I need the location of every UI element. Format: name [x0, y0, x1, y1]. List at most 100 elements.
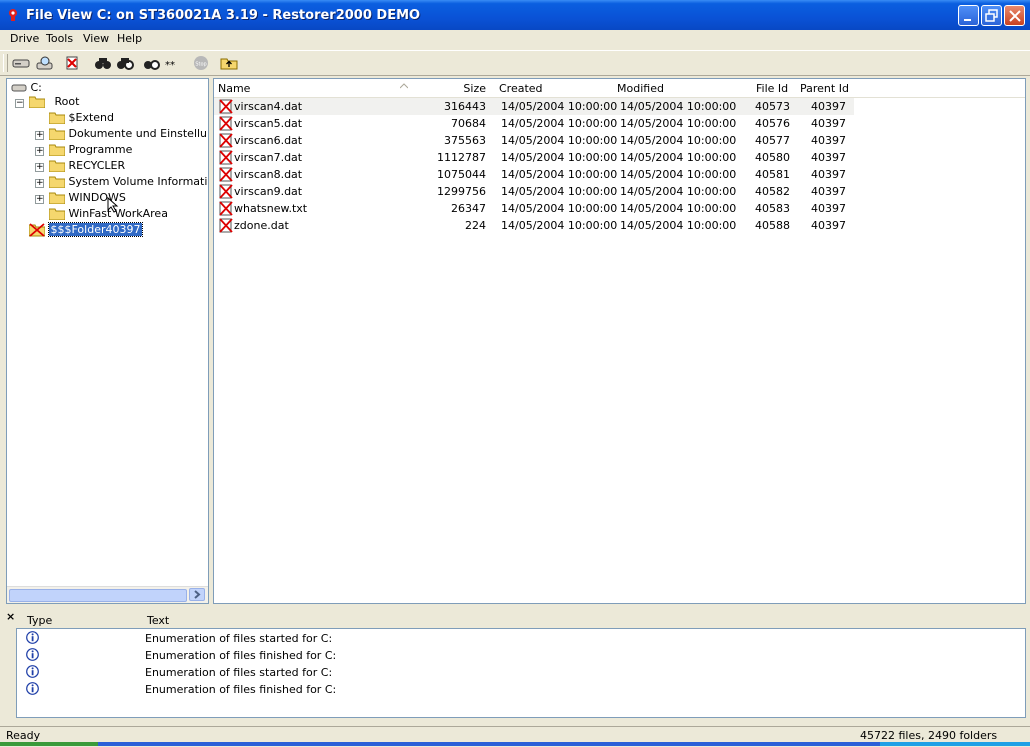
cell-file-id: 40588 [755, 219, 790, 232]
minimize-icon [964, 19, 971, 21]
cell-created: 14/05/2004 10:00:00 [501, 202, 618, 215]
cell-created: 14/05/2004 10:00:00 [501, 100, 618, 113]
expand-icon[interactable]: + [35, 163, 44, 172]
log-panel: × Type Text Enumeration of files started… [6, 608, 1026, 720]
deleted-file-icon [219, 133, 233, 148]
table-row[interactable]: virscan7.dat 1112787 14/05/2004 10:00:00 14… [214, 149, 854, 166]
cell-file-id: 40576 [755, 117, 790, 130]
column-file-id[interactable]: File Id [756, 82, 788, 95]
tree-item-label: Programme [68, 143, 133, 156]
taskbar-edge [0, 742, 1030, 746]
maximize-button[interactable] [981, 5, 1002, 26]
folder-icon [48, 144, 66, 157]
scrollbar-thumb[interactable] [9, 589, 187, 602]
log-entry[interactable]: Enumeration of files started for C: [17, 664, 1017, 681]
column-size[interactable]: Size [444, 82, 486, 95]
cell-name: virscan7.dat [234, 151, 303, 164]
cell-file-id: 40580 [755, 151, 790, 164]
cell-name: virscan6.dat [234, 134, 303, 147]
log-column-text[interactable]: Text [147, 614, 169, 627]
cell-parent-id: 40397 [811, 202, 846, 215]
column-name[interactable]: Name [218, 82, 250, 95]
log-entry-text: Enumeration of files started for C: [145, 632, 333, 645]
cell-name: virscan9.dat [234, 185, 303, 198]
folder-tree[interactable]: C: − Root $Extend + Dokumente und Einste… [6, 78, 209, 604]
log-entry[interactable]: Enumeration of files started for C: [17, 630, 1017, 647]
log-entry-text: Enumeration of files started for C: [145, 666, 333, 679]
tree-item-recycler[interactable]: RECYCLER [48, 159, 126, 175]
tree-item-label: Dokumente und Einstellungen [68, 127, 209, 140]
tree-item-winfast[interactable]: WinFast WorkArea [48, 207, 168, 223]
undelete-icon[interactable] [64, 55, 82, 71]
folder-icon [48, 112, 66, 125]
expand-icon[interactable]: + [35, 195, 44, 204]
tree-horizontal-scrollbar[interactable] [7, 586, 208, 603]
folder-open-icon [28, 96, 46, 109]
column-created[interactable]: Created [499, 82, 543, 95]
column-modified[interactable]: Modified [617, 82, 664, 95]
table-row[interactable]: virscan8.dat 1075044 14/05/2004 10:00:00 14… [214, 166, 854, 183]
tree-root[interactable]: Root [28, 95, 79, 111]
cell-modified: 14/05/2004 10:00:00 [620, 117, 737, 130]
find-icon[interactable] [94, 55, 112, 71]
tree-item-system-volume[interactable]: System Volume Information [48, 175, 208, 191]
find-next-icon[interactable] [116, 55, 134, 71]
chevron-right-icon [194, 590, 201, 599]
menu-view[interactable]: View [83, 32, 109, 45]
log-list[interactable]: Enumeration of files started for C: Enume… [16, 628, 1026, 718]
table-row[interactable]: virscan4.dat 316443 14/05/2004 10:00:00 14/… [214, 98, 854, 115]
up-folder-icon[interactable] [220, 55, 238, 71]
tree-item-label: $Extend [68, 111, 115, 124]
minimize-button[interactable] [958, 5, 979, 26]
log-close-button[interactable]: × [6, 610, 15, 623]
cell-created: 14/05/2004 10:00:00 [501, 117, 618, 130]
log-entry-text: Enumeration of files finished for C: [145, 649, 337, 662]
table-row[interactable]: zdone.dat 224 14/05/2004 10:00:00 14/05/200… [214, 217, 854, 234]
cell-modified: 14/05/2004 10:00:00 [620, 219, 737, 232]
folder-icon [48, 176, 66, 189]
tree-item-selected-folder[interactable]: $$$Folder40397 [28, 222, 144, 239]
toolbar-grip[interactable] [3, 54, 8, 72]
drive-icon [11, 84, 27, 92]
scroll-right-button[interactable] [189, 588, 205, 601]
collapse-icon[interactable]: − [15, 99, 24, 108]
cell-created: 14/05/2004 10:00:00 [501, 134, 618, 147]
table-row[interactable]: virscan9.dat 1299756 14/05/2004 10:00:00 14… [214, 183, 854, 200]
cell-parent-id: 40397 [811, 219, 846, 232]
deleted-folder-icon [28, 223, 46, 237]
tree-item-programme[interactable]: Programme [48, 143, 133, 159]
table-row[interactable]: whatsnew.txt 26347 14/05/2004 10:00:00 14/0… [214, 200, 854, 217]
log-column-type[interactable]: Type [27, 614, 52, 627]
column-parent-id[interactable]: Parent Id [800, 82, 849, 95]
file-list[interactable]: Name Size Created Modified File Id Paren… [213, 78, 1026, 604]
tree-item-label: RECYCLER [68, 159, 126, 172]
expand-icon[interactable]: + [35, 179, 44, 188]
toolbar: ** Stop [0, 50, 1030, 76]
log-entry[interactable]: Enumeration of files finished for C: [17, 647, 1017, 664]
table-row[interactable]: virscan5.dat 70684 14/05/2004 10:00:00 14/0… [214, 115, 854, 132]
cell-modified: 14/05/2004 10:00:00 [620, 134, 737, 147]
tree-item-dokumente[interactable]: Dokumente und Einstellungen [48, 127, 209, 143]
cell-file-id: 40582 [755, 185, 790, 198]
cell-parent-id: 40397 [811, 151, 846, 164]
cell-parent-id: 40397 [811, 117, 846, 130]
table-row[interactable]: virscan6.dat 375563 14/05/2004 10:00:00 14/… [214, 132, 854, 149]
deleted-file-icon [219, 201, 233, 216]
cell-parent-id: 40397 [811, 134, 846, 147]
drive-icon[interactable] [12, 55, 30, 71]
tree-item-extend[interactable]: $Extend [48, 111, 115, 127]
menu-tools[interactable]: Tools [46, 32, 73, 45]
info-icon [26, 665, 39, 678]
cell-modified: 14/05/2004 10:00:00 [620, 202, 737, 215]
stop-icon[interactable]: Stop [192, 55, 210, 71]
menu-drive[interactable]: Drive [10, 32, 39, 45]
find-mask-icon[interactable]: ** [143, 55, 179, 71]
expand-icon[interactable]: + [35, 131, 44, 140]
cell-modified: 14/05/2004 10:00:00 [620, 168, 737, 181]
log-entry[interactable]: Enumeration of files finished for C: [17, 681, 1017, 698]
info-icon [26, 648, 39, 661]
close-button[interactable] [1004, 5, 1025, 26]
expand-icon[interactable]: + [35, 147, 44, 156]
search-drive-icon[interactable] [36, 55, 54, 71]
menu-help[interactable]: Help [117, 32, 142, 45]
